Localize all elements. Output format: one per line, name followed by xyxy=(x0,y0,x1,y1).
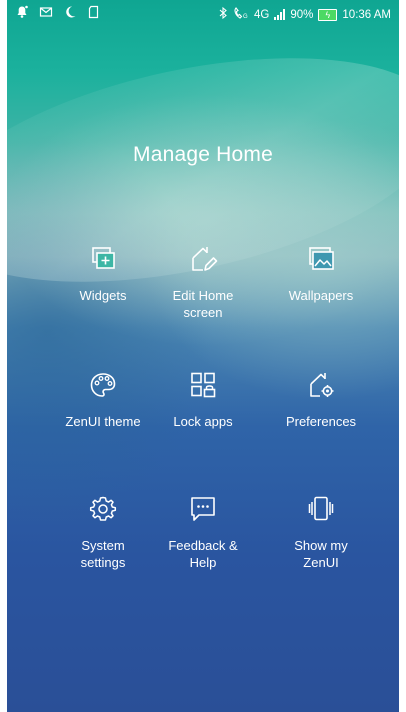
feedback-help-button[interactable]: Feedback & Help xyxy=(143,494,263,571)
edit-home-icon xyxy=(192,247,218,271)
notification-icon xyxy=(15,5,29,19)
svg-text:G: G xyxy=(243,14,248,20)
lock-apps-button[interactable]: Lock apps xyxy=(143,370,263,430)
gear-icon xyxy=(89,496,117,521)
wallpapers-icon xyxy=(309,247,334,270)
clock: 10:36 AM xyxy=(342,8,391,21)
preferences-label: Preferences xyxy=(285,414,357,429)
preferences-button[interactable]: Preferences xyxy=(261,370,381,430)
signal-icon xyxy=(274,9,286,20)
home-screen: G 4G 90% ϟ 10:36 AM Manage Home Widgets xyxy=(7,0,399,712)
lock-apps-label: Lock apps xyxy=(173,414,233,429)
preferences-icon xyxy=(310,373,334,397)
lock-apps-icon xyxy=(191,372,216,398)
edit-home-screen-label: Edit Home screen xyxy=(172,288,234,320)
call-icon: G xyxy=(233,6,249,23)
edit-home-screen-button[interactable]: Edit Home screen xyxy=(143,244,263,321)
status-left-icons xyxy=(15,5,101,19)
sd-card-icon xyxy=(87,5,101,19)
palette-icon xyxy=(90,373,116,397)
phone-shake-icon xyxy=(308,496,334,521)
show-my-zenui-button[interactable]: Show my ZenUI xyxy=(261,494,381,571)
bluetooth-icon xyxy=(218,6,228,23)
network-type: 4G xyxy=(254,8,270,21)
message-icon xyxy=(39,5,53,19)
wallpapers-button[interactable]: Wallpapers xyxy=(261,244,381,304)
show-my-zenui-label: Show my ZenUI xyxy=(294,538,348,570)
battery-icon: ϟ xyxy=(318,8,338,21)
feedback-help-label: Feedback & Help xyxy=(168,538,238,570)
moon-icon xyxy=(63,5,77,19)
status-right-icons: G 4G 90% ϟ 10:36 AM xyxy=(218,6,391,23)
feedback-icon xyxy=(191,497,215,521)
battery-percent: 90% xyxy=(290,8,314,21)
wallpapers-label: Wallpapers xyxy=(288,288,354,303)
status-bar: G 4G 90% ϟ 10:36 AM xyxy=(7,0,399,28)
widgets-icon xyxy=(92,247,115,269)
page-title: Manage Home xyxy=(133,143,273,166)
